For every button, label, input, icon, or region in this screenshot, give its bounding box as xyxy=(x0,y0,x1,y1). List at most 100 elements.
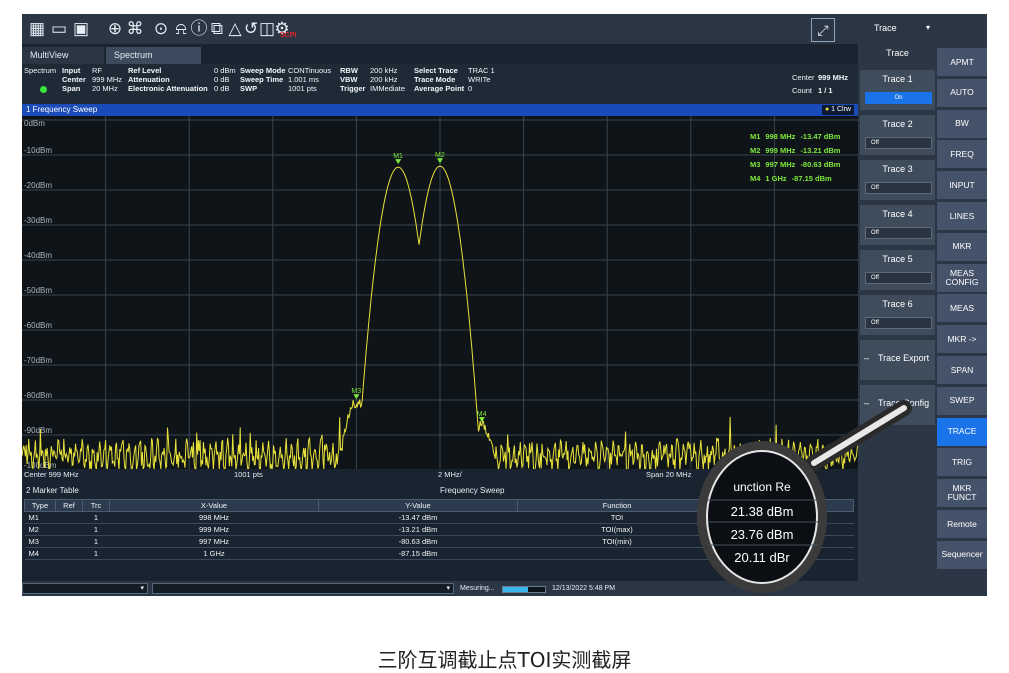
progress-fill xyxy=(503,587,529,592)
softkey-freq[interactable]: FREQ xyxy=(937,140,987,169)
trace-1-button[interactable]: Trace 1 On xyxy=(860,70,935,110)
save-icon[interactable]: ▣ xyxy=(72,19,90,39)
tab-multiview[interactable]: MultiView xyxy=(22,47,104,64)
trace-toggle[interactable]: Off xyxy=(865,182,932,194)
fullscreen-icon[interactable]: ⤢ xyxy=(811,18,835,42)
arrow-left-icon: – xyxy=(864,398,870,408)
info-icon[interactable]: ⓘ xyxy=(190,19,208,39)
vbw-label: VBW xyxy=(340,75,358,84)
rbw-value: 200 kHz xyxy=(370,66,398,75)
span-value: 20 MHz xyxy=(92,84,118,93)
table-cell: 1 xyxy=(82,523,110,536)
marker-flag-label: M2 xyxy=(435,152,445,159)
trace-dropdown[interactable]: Trace ▾ xyxy=(858,14,937,44)
trigger-value: IMMediate xyxy=(370,84,406,93)
average-point-value: 0 xyxy=(468,84,473,93)
datetime-label: 12/13/2022 5:48 PM xyxy=(552,585,616,592)
col-function: Function xyxy=(517,499,717,512)
trace-toggle[interactable]: Off xyxy=(865,317,932,329)
marker-readout-level: -13.47 dBm xyxy=(800,132,841,141)
table-cell: TOI(max) xyxy=(517,523,717,536)
status-dropdown-2[interactable]: ▾ xyxy=(152,583,454,594)
marker-icon[interactable]: ⊙ xyxy=(152,19,170,39)
softkey-bw[interactable]: BW xyxy=(937,109,987,138)
rbw-label: RBW xyxy=(340,66,358,75)
top-toolbar: ▦ ▭ ▣ ⊕ ⌘ ⊙ ⍾ ⓘ ⧉ △ ↺ ◫ ⚙ SCPI ⤢ xyxy=(22,14,858,44)
softkey-input[interactable]: INPUT xyxy=(937,171,987,200)
chevron-down-icon: ▾ xyxy=(926,23,931,32)
table-cell: 998 MHz xyxy=(109,511,319,524)
y-tick-label: -40dBm xyxy=(24,251,52,260)
trace-toggle[interactable]: Off xyxy=(865,137,932,149)
softkey-mkr[interactable]: MKR xyxy=(937,232,987,261)
marker-readout: M1 998 MHz -13.47 dBm M2 999 MHz -13.21 dBm M3… xyxy=(750,130,856,186)
table-cell xyxy=(55,523,83,536)
table-cell: -87.15 dBm xyxy=(318,547,518,560)
status-dropdown-1[interactable]: ▾ xyxy=(22,583,148,594)
trace-4-button[interactable]: Trace 4 Off xyxy=(860,205,935,245)
trace-dropdown-label: Trace xyxy=(874,23,897,33)
trace-3-button[interactable]: Trace 3 Off xyxy=(860,160,935,200)
softkey-meas[interactable]: MEAS xyxy=(937,294,987,323)
count-label: Count xyxy=(792,86,813,95)
copy-icon[interactable]: ⧉ xyxy=(208,19,226,39)
trace-toggle[interactable]: Off xyxy=(865,227,932,239)
magnifier-value-3: 20.11 dBr xyxy=(734,550,790,565)
softkey-mkr-[interactable]: MKR -> xyxy=(937,325,987,354)
marker-flag-label: M4 xyxy=(477,411,487,418)
softkey-meas-config[interactable]: MEAS CONFIG xyxy=(937,263,987,292)
sweep-time-label: Sweep Time xyxy=(240,75,284,84)
x-points-label: 1001 pts xyxy=(234,470,263,479)
wave-icon[interactable]: ⍾ xyxy=(172,19,190,39)
x-span-label: Span 20 MHz xyxy=(646,470,692,479)
marker-readout-freq: 997 MHz xyxy=(765,160,796,169)
table-cell: TOI xyxy=(517,511,717,524)
table-cell: 1 GHz xyxy=(109,547,319,560)
marker-readout-label: M4 xyxy=(750,174,761,183)
table-cell: -13.47 dBm xyxy=(318,511,518,524)
softkey-span[interactable]: SPAN xyxy=(937,356,987,384)
elec-attenuation-value: 0 dB xyxy=(214,84,230,93)
magnifier-header: unction Re xyxy=(733,480,791,494)
y-tick-label: -20dBm xyxy=(24,181,52,190)
y-tick-label: -80dBm xyxy=(24,391,52,400)
trace-toggle[interactable]: Off xyxy=(865,272,932,284)
progress-bar xyxy=(502,586,546,593)
trace-toggle-state: On xyxy=(894,95,903,101)
select-trace-label: Select Trace xyxy=(414,66,458,75)
y-tick-label: -50dBm xyxy=(24,286,52,295)
trace-export-button[interactable]: – Trace Export xyxy=(860,340,935,380)
x-center-label: Center 999 MHz xyxy=(24,470,79,479)
softkey-auto[interactable]: AUTO xyxy=(937,78,987,107)
zoom-fit-icon[interactable]: ⌘ xyxy=(126,19,144,39)
softkey-lines[interactable]: LINES xyxy=(937,202,987,230)
table-cell: M4 xyxy=(24,547,56,560)
col-trc: Trc xyxy=(82,499,110,512)
marker-readout-label: M1 xyxy=(750,132,761,141)
center-label: Center xyxy=(62,75,86,84)
file-icon[interactable]: ▭ xyxy=(50,19,68,39)
table-cell xyxy=(55,535,83,548)
ref-level-value: 0 dBm xyxy=(214,66,236,75)
trace-badge[interactable]: ● 1 Clrw xyxy=(821,105,854,115)
tab-spectrum[interactable]: Spectrum xyxy=(106,47,201,64)
trace-toggle-state: Off xyxy=(871,140,879,146)
softkey-apmt[interactable]: APMT xyxy=(937,48,987,76)
trace-6-button[interactable]: Trace 6 Off xyxy=(860,295,935,335)
table-cell xyxy=(517,547,717,560)
marker-readout-row: M1 998 MHz -13.47 dBm xyxy=(750,130,856,144)
attenuation-value: 0 dB xyxy=(214,75,230,84)
trace-2-button[interactable]: Trace 2 Off xyxy=(860,115,935,155)
marker-readout-row: M4 1 GHz -87.15 dBm xyxy=(750,172,856,186)
trace-toggle[interactable]: On xyxy=(865,92,932,104)
select-trace-value: TRAC 1 xyxy=(468,66,495,75)
trace-label: Trace 2 xyxy=(882,119,913,129)
table-cell: M2 xyxy=(24,523,56,536)
trace-label: Trace 5 xyxy=(882,254,913,264)
sweep-mode-value: CONTinuous xyxy=(288,66,332,75)
layout-icon[interactable]: ▦ xyxy=(28,19,46,39)
trace-5-button[interactable]: Trace 5 Off xyxy=(860,250,935,290)
zoom-icon[interactable]: ⊕ xyxy=(106,19,124,39)
trace-badge-label: 1 Clrw xyxy=(831,106,851,113)
table-cell: -80.63 dBm xyxy=(318,535,518,548)
